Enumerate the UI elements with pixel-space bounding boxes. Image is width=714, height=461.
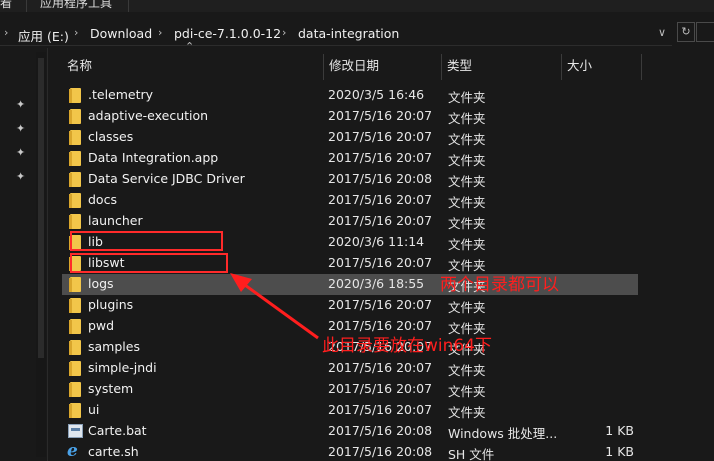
arrow-shaft: [237, 278, 319, 340]
annotation-note-win64: 此目录要放在win64下: [322, 336, 493, 356]
annotation-arrow: [230, 273, 319, 340]
annotation-note-both-dirs: 两个目录都可以: [440, 275, 559, 295]
